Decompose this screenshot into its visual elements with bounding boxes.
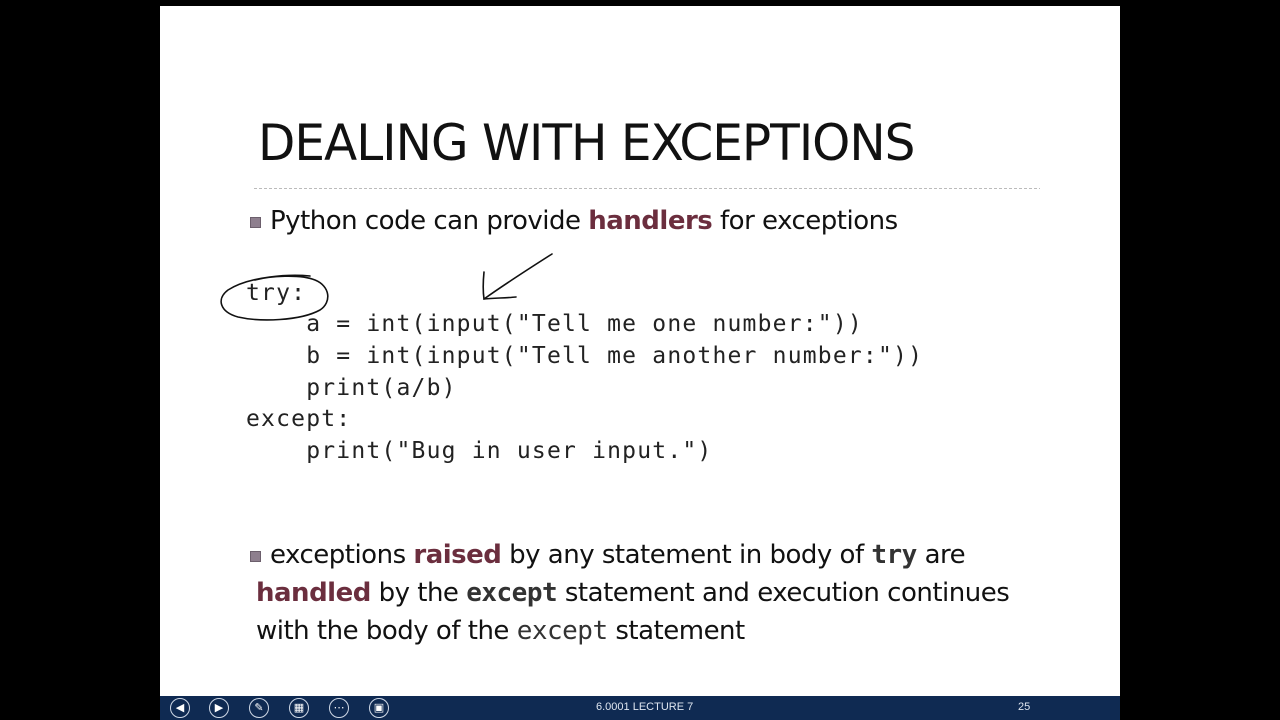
ink-arrow-head: [482, 271, 517, 300]
code-line-5: except:: [246, 406, 352, 432]
bullet-marker: [250, 551, 261, 562]
code-line-3: b = int(input("Tell me another number:")…: [246, 343, 924, 369]
bullet-1-highlight: handlers: [588, 206, 713, 236]
next-slide-button[interactable]: ▶: [209, 698, 229, 718]
slide-canvas: DEALING WITH EXCEPTIONS Python code can …: [160, 6, 1120, 696]
bullet-2-line-2: handled by the except statement and exec…: [256, 578, 1010, 608]
b2-l1-code: try: [871, 540, 917, 570]
code-line-1: try:: [246, 280, 307, 306]
b2-l3-pre: with the body of the: [256, 616, 517, 646]
bullet-1-text-post: for exceptions: [712, 206, 898, 236]
b2-l2-post: statement and execution continues: [557, 578, 1010, 608]
previous-slide-button[interactable]: ◀: [170, 698, 190, 718]
code-line-4: print(a/b): [246, 375, 457, 401]
b2-l3-code: except: [516, 616, 608, 646]
bullet-2-line-3: with the body of the except statement: [256, 616, 745, 646]
code-line-6: print("Bug in user input."): [246, 438, 713, 464]
b2-l2-highlight: handled: [256, 578, 371, 608]
screen-display-button[interactable]: ▣: [369, 698, 389, 718]
pen-tool-button[interactable]: ✎: [249, 698, 269, 718]
b2-l1-highlight: raised: [413, 540, 502, 570]
title-divider: [254, 188, 1040, 189]
bullet-1-text-pre: Python code can provide: [270, 206, 589, 236]
b2-l1-pre: exceptions: [270, 540, 414, 570]
b2-l1-post: are: [916, 540, 966, 570]
presentation-toolbar: ◀ ▶ ✎ ▦ ⋯ ▣ 6.0001 LECTURE 7 25: [160, 696, 1120, 720]
footer-lecture-label: 6.0001 LECTURE 7: [596, 701, 694, 713]
b2-l2-mid: by the: [370, 578, 467, 608]
b2-l2-code: except: [466, 578, 558, 608]
b2-l3-post: statement: [607, 616, 745, 646]
slide-number: 25: [1018, 701, 1031, 713]
code-line-2: a = int(input("Tell me one number:")): [246, 311, 863, 337]
bullet-marker: [250, 217, 261, 228]
bullet-1: Python code can provide handlers for exc…: [270, 206, 898, 236]
bullet-2-line-1: exceptions raised by any statement in bo…: [270, 540, 966, 570]
b2-l1-mid: by any statement in body of: [501, 540, 872, 570]
slide-title: DEALING WITH EXCEPTIONS: [258, 114, 915, 172]
see-all-slides-button[interactable]: ▦: [289, 698, 309, 718]
ink-arrow-shaft: [483, 253, 553, 300]
more-options-button[interactable]: ⋯: [329, 698, 349, 718]
